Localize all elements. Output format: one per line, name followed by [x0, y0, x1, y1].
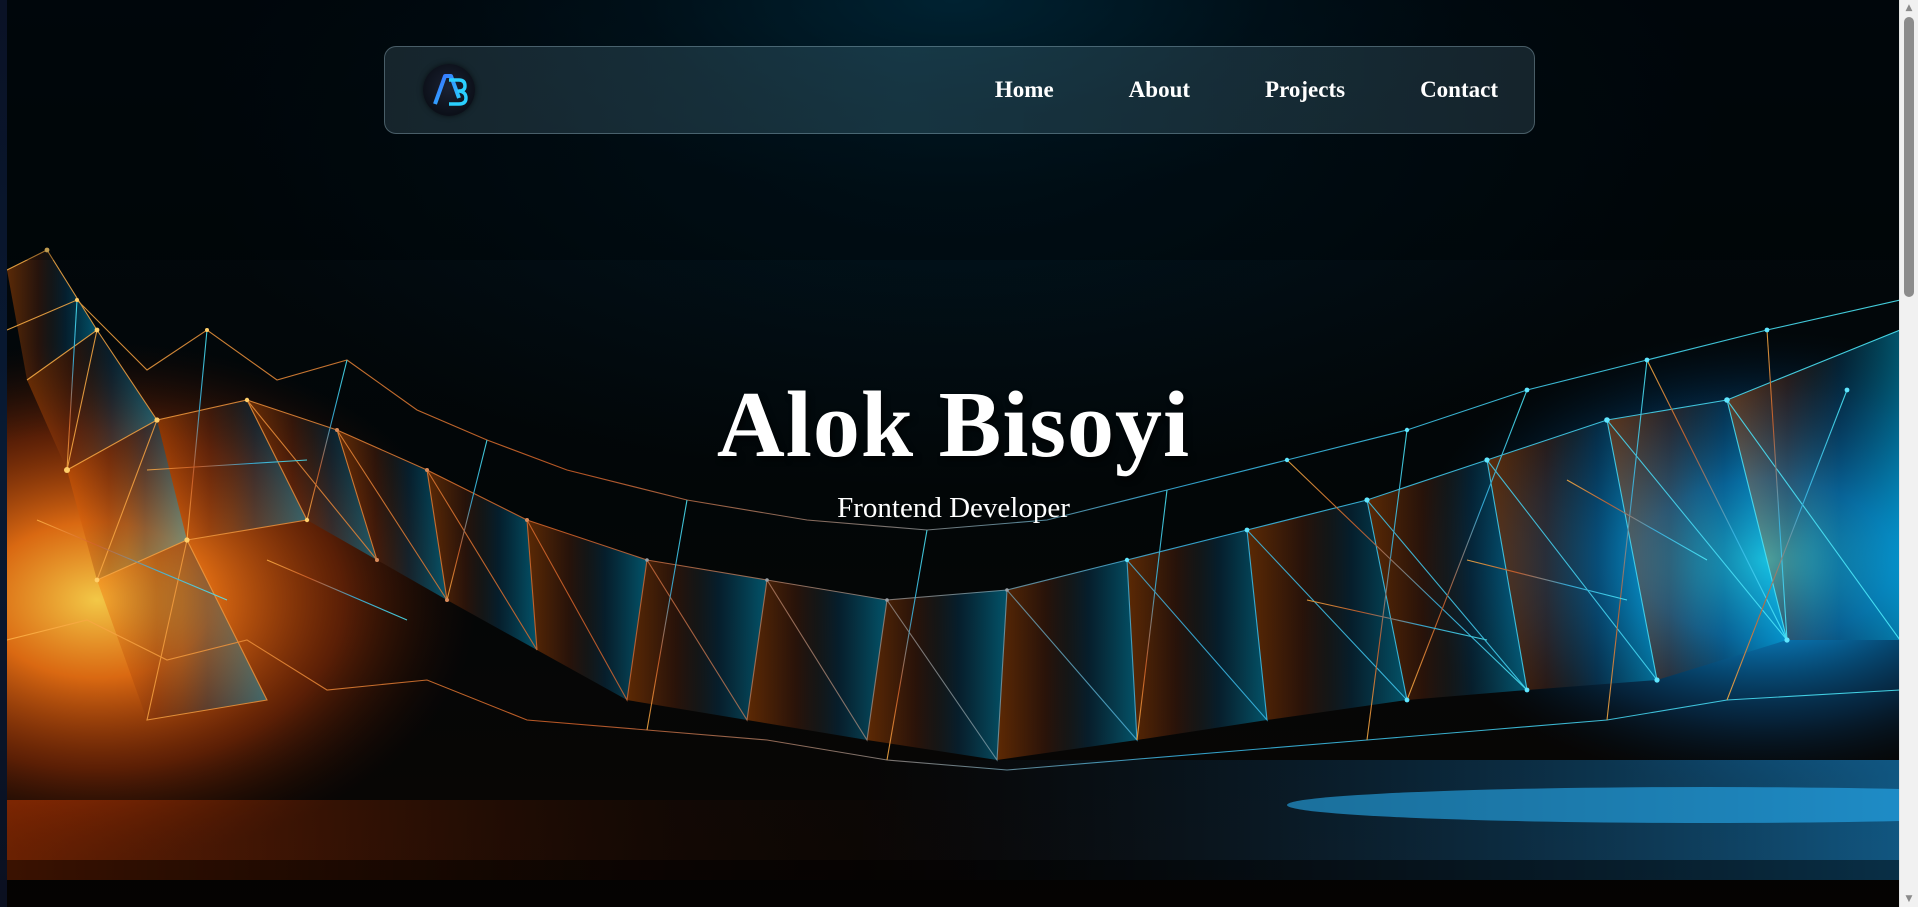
- vertical-scrollbar[interactable]: ▲ ▼: [1899, 0, 1918, 907]
- window-left-edge: [0, 0, 7, 907]
- scrollbar-thumb[interactable]: [1904, 17, 1914, 297]
- hero-title: Alok Bisoyi: [716, 373, 1191, 477]
- triangle-up-icon[interactable]: ▲: [1900, 0, 1918, 16]
- hero-subtitle: Frontend Developer: [837, 492, 1070, 524]
- top-navbar: Home About Projects Contact: [384, 46, 1535, 134]
- ab-monogram-icon: [433, 74, 468, 106]
- nav-links: Home About Projects Contact: [995, 77, 1498, 103]
- nav-home-link[interactable]: Home: [995, 77, 1054, 103]
- nav-projects-link[interactable]: Projects: [1265, 77, 1345, 103]
- nav-about-link[interactable]: About: [1129, 77, 1190, 103]
- nav-contact-link[interactable]: Contact: [1420, 77, 1498, 103]
- hero-section: Home About Projects Contact Alok Bisoyi …: [7, 0, 1900, 907]
- browser-viewport: Home About Projects Contact Alok Bisoyi …: [0, 0, 1918, 907]
- triangle-down-icon[interactable]: ▼: [1900, 891, 1918, 907]
- site-logo[interactable]: [423, 64, 475, 116]
